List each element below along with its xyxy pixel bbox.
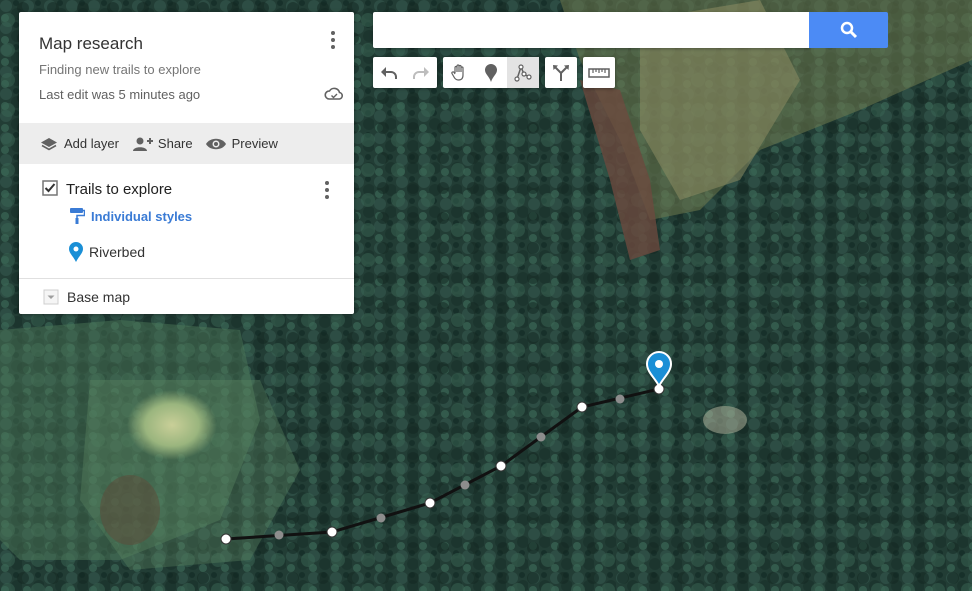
directions-toolbar [545,57,577,88]
expand-arrow-icon [43,289,59,304]
trail-midpoint[interactable] [274,530,284,540]
trail-midpoint[interactable] [460,480,470,490]
eye-icon [205,138,226,149]
trail-midpoint[interactable] [376,513,386,523]
trail-vertex[interactable] [495,460,507,472]
measure-button[interactable] [583,57,615,88]
trail-vertex[interactable] [326,526,338,538]
draw-line-button[interactable] [507,57,539,88]
layer-item: Trails to explore Individual styles Rive… [19,164,354,278]
measure-toolbar [583,57,615,88]
panel-header: Map research Finding new trails to explo… [19,12,354,123]
tools-toolbar [443,57,539,88]
history-toolbar [373,57,437,88]
map-description[interactable]: Finding new trails to explore [39,62,201,77]
feature-riverbed[interactable]: Riverbed [69,242,145,262]
search-input[interactable] [373,12,809,48]
add-marker-icon [485,63,497,82]
map-pin-icon [69,242,83,262]
layer-title[interactable]: Trails to explore [66,181,172,198]
add-marker-button[interactable] [475,57,507,88]
last-edit-status: Last edit was 5 minutes ago [39,87,201,102]
cloud-saved-icon [324,87,343,100]
trail-vertex[interactable] [576,401,588,413]
hand-icon [451,63,464,81]
trail-vertex[interactable] [220,533,232,545]
share-button[interactable]: Share [131,136,193,152]
share-label: Share [157,136,193,151]
individual-styles-link[interactable]: Individual styles [69,207,192,225]
search-button[interactable] [809,12,888,48]
trail-vertex[interactable] [424,497,436,509]
add-person-icon [132,137,153,151]
ruler-icon [588,67,610,78]
undo-button[interactable] [373,57,405,88]
map-options-icon[interactable] [321,28,345,52]
undo-icon [381,66,397,79]
draw-line-icon [514,63,532,82]
preview-button[interactable]: Preview [205,136,278,151]
map-panel: Map research Finding new trails to explo… [19,12,354,314]
map-title[interactable]: Map research [39,34,143,54]
base-map-label: Base map [67,288,131,305]
select-items-button[interactable] [443,57,475,88]
panel-action-bar: Add layer Share Preview [19,123,354,164]
individual-styles-label: Individual styles [91,208,193,224]
directions-icon [553,64,569,81]
add-layer-button[interactable]: Add layer [39,136,119,152]
layer-visibility-checkbox[interactable] [42,180,58,196]
layer-options-icon[interactable] [315,178,339,202]
trail-midpoint[interactable] [615,394,625,404]
layers-icon [41,137,57,150]
base-map-toggle[interactable]: Base map [19,279,354,314]
redo-button[interactable] [405,57,437,88]
add-directions-button[interactable] [545,57,577,88]
search-icon [840,21,857,39]
preview-label: Preview [231,136,278,151]
feature-label: Riverbed [89,244,146,260]
redo-icon [413,66,429,79]
trail-midpoint[interactable] [536,432,546,442]
add-layer-label: Add layer [64,136,119,151]
paint-roller-icon [70,208,85,224]
